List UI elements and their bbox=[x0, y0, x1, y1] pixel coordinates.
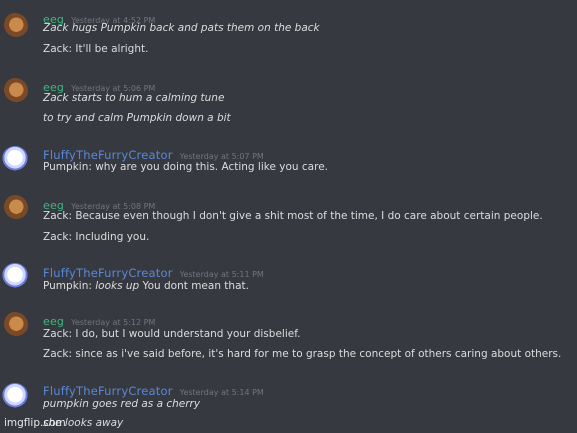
message-header: eeg Yesterday at 5:06 PM bbox=[43, 76, 155, 94]
message-line: Zack: It'll be alright. bbox=[43, 43, 149, 55]
message-line: to try and calm Pumpkin down a bit bbox=[43, 112, 231, 124]
message-line: Zack: Including you. bbox=[43, 231, 150, 243]
avatar[interactable] bbox=[2, 195, 28, 221]
chat-log: eeg Yesterday at 4:52 PM Zack hugs Pumpki… bbox=[0, 0, 577, 433]
message-line: Zack: I do, but I would understand your … bbox=[43, 328, 301, 340]
timestamp: Yesterday at 5:14 PM bbox=[179, 388, 264, 397]
message-line: Zack hugs Pumpkin back and pats them on … bbox=[43, 22, 320, 34]
avatar[interactable] bbox=[2, 13, 28, 39]
message-header: eeg Yesterday at 5:08 PM bbox=[43, 194, 155, 212]
message-line: Pumpkin: looks up You dont mean that. bbox=[43, 280, 249, 292]
message-line: Zack: Because even though I don't give a… bbox=[43, 210, 543, 222]
timestamp: Yesterday at 5:12 PM bbox=[71, 318, 156, 327]
imgflip-watermark: imgflip.com bbox=[4, 417, 66, 429]
message-header: eeg Yesterday at 5:12 PM bbox=[43, 310, 156, 328]
message-header: eeg Yesterday at 4:52 PM bbox=[43, 8, 155, 26]
message-line: Pumpkin: why are you doing this. Acting … bbox=[43, 161, 328, 173]
message-line: Zack starts to hum a calming tune bbox=[43, 92, 225, 104]
timestamp: Yesterday at 5:11 PM bbox=[179, 270, 264, 279]
message-header: FluffyTheFurryCreator Yesterday at 5:11 P… bbox=[43, 262, 264, 280]
avatar[interactable] bbox=[2, 263, 28, 289]
avatar[interactable] bbox=[2, 383, 28, 409]
message-line: Zack: since as i've said before, it's ha… bbox=[43, 348, 562, 360]
message-line: pumpkin goes red as a cherry bbox=[43, 398, 201, 410]
avatar[interactable] bbox=[2, 312, 28, 338]
author-name[interactable]: FluffyTheFurryCreator bbox=[43, 266, 173, 280]
message-header: FluffyTheFurryCreator Yesterday at 5:14 P… bbox=[43, 380, 264, 398]
message-header: FluffyTheFurryCreator Yesterday at 5:07 P… bbox=[43, 144, 264, 162]
avatar[interactable] bbox=[2, 78, 28, 104]
avatar[interactable] bbox=[2, 146, 28, 172]
author-name[interactable]: FluffyTheFurryCreator bbox=[43, 384, 173, 398]
